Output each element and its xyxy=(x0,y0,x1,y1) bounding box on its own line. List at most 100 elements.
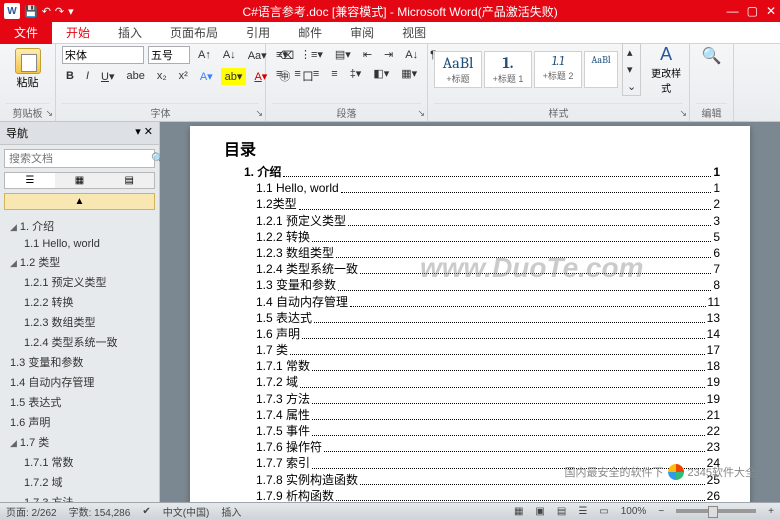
toc-entry[interactable]: 1.2类型2 xyxy=(244,196,720,212)
nav-search-input[interactable] xyxy=(9,153,151,165)
align-right-icon[interactable]: ≡ xyxy=(309,66,323,82)
nav-item[interactable]: 1.1 Hello, world xyxy=(0,236,159,252)
toc-entry[interactable]: 1.1 Hello, world1 xyxy=(244,180,720,196)
status-language[interactable]: 中文(中国) xyxy=(163,504,210,519)
view-print-icon[interactable]: ▦ xyxy=(514,506,523,517)
toc-entry[interactable]: 1.7.2 域19 xyxy=(244,374,720,390)
nav-close-icon[interactable]: ▾ ✕ xyxy=(135,125,153,141)
nav-item[interactable]: 1.2.2 转换 xyxy=(0,292,159,312)
toc-entry[interactable]: 1.6 声明14 xyxy=(244,326,720,342)
zoom-slider[interactable] xyxy=(676,509,756,513)
nav-collapse-bar[interactable]: ▲ xyxy=(4,193,155,210)
view-draft-icon[interactable]: ▭ xyxy=(599,506,608,517)
tab-home[interactable]: 开始 xyxy=(52,21,104,44)
nav-item[interactable]: 1.2.3 数组类型 xyxy=(0,312,159,332)
tab-file[interactable]: 文件 xyxy=(0,21,52,44)
style-heading1[interactable]: 1.+标题 1 xyxy=(484,51,532,88)
nav-item[interactable]: 1.7.1 常数 xyxy=(0,452,159,472)
borders-icon[interactable]: ▦▾ xyxy=(397,65,421,82)
toc-entry[interactable]: 1.4 自动内存管理11 xyxy=(244,294,720,310)
style-heading2[interactable]: 1.1+标题 2 xyxy=(534,51,582,88)
undo-icon[interactable]: ↶ xyxy=(42,5,51,18)
paragraph-launcher-icon[interactable]: ↘ xyxy=(417,108,425,119)
style-more[interactable]: AaBl xyxy=(584,51,618,88)
document-area[interactable]: 目录 1. 介绍11.1 Hello, world11.2类型21.2.1 预定… xyxy=(160,122,780,502)
nav-tab-pages-icon[interactable]: ▦ xyxy=(55,173,105,188)
zoom-in-icon[interactable]: + xyxy=(768,506,774,517)
tab-mailings[interactable]: 邮件 xyxy=(284,21,336,44)
toc-entry[interactable]: 1.7.6 操作符23 xyxy=(244,439,720,455)
status-words[interactable]: 字数: 154,286 xyxy=(69,504,131,519)
line-spacing-icon[interactable]: ‡▾ xyxy=(346,65,366,82)
tab-references[interactable]: 引用 xyxy=(232,21,284,44)
numbering-icon[interactable]: ⋮≡▾ xyxy=(296,46,327,63)
find-icon[interactable]: 🔍 xyxy=(702,46,722,66)
paste-button[interactable]: 粘贴 xyxy=(6,46,49,92)
tab-insert[interactable]: 插入 xyxy=(104,21,156,44)
tab-view[interactable]: 视图 xyxy=(388,21,440,44)
status-page[interactable]: 页面: 2/262 xyxy=(6,504,57,519)
toc-entry[interactable]: 1.7.4 属性21 xyxy=(244,407,720,423)
font-launcher-icon[interactable]: ↘ xyxy=(255,108,263,119)
toc-entry[interactable]: 1.2.1 预定义类型3 xyxy=(244,213,720,229)
view-web-icon[interactable]: ▤ xyxy=(557,506,566,517)
bullets-icon[interactable]: ≡▾ xyxy=(272,46,292,63)
nav-item[interactable]: ◢1. 介绍 xyxy=(0,216,159,236)
bold-button[interactable]: B xyxy=(62,68,78,84)
nav-search-box[interactable]: 🔍 xyxy=(4,149,155,168)
sort-icon[interactable]: A↓ xyxy=(401,47,422,63)
toc-entry[interactable]: 1.7.3 方法19 xyxy=(244,391,720,407)
shading-icon[interactable]: ◧▾ xyxy=(369,65,393,82)
align-center-icon[interactable]: ≡ xyxy=(290,66,304,82)
nav-tree[interactable]: ◢1. 介绍1.1 Hello, world◢1.2 类型1.2.1 预定义类型… xyxy=(0,214,159,502)
status-zoom[interactable]: 100% xyxy=(621,506,647,517)
nav-item[interactable]: ◢1.2 类型 xyxy=(0,252,159,272)
shrink-font-icon[interactable]: A↓ xyxy=(219,47,240,63)
superscript-button[interactable]: x² xyxy=(175,68,192,84)
multilevel-icon[interactable]: ▤▾ xyxy=(331,46,355,63)
tab-review[interactable]: 审阅 xyxy=(336,21,388,44)
status-spellcheck-icon[interactable]: ✔ xyxy=(142,506,150,517)
italic-button[interactable]: I xyxy=(82,68,93,84)
toc-entry[interactable]: 1.5 表达式13 xyxy=(244,310,720,326)
toc-entry[interactable]: 1.3 变量和参数8 xyxy=(244,277,720,293)
highlight-icon[interactable]: ab▾ xyxy=(221,68,247,85)
indent-right-icon[interactable]: ⇥ xyxy=(380,46,397,63)
nav-item[interactable]: 1.2.4 类型系统一致 xyxy=(0,332,159,352)
toc-entry[interactable]: 1.7 类17 xyxy=(244,342,720,358)
strike-button[interactable]: abe xyxy=(123,68,149,84)
toc-entry[interactable]: 1.2.2 转换5 xyxy=(244,229,720,245)
grow-font-icon[interactable]: A↑ xyxy=(194,47,215,63)
toc-entry[interactable]: 1.2.3 数组类型6 xyxy=(244,245,720,261)
close-button[interactable]: ✕ xyxy=(766,4,776,18)
document-page[interactable]: 目录 1. 介绍11.1 Hello, world11.2类型21.2.1 预定… xyxy=(190,126,750,502)
redo-icon[interactable]: ↷ xyxy=(55,5,64,18)
change-styles-button[interactable]: A 更改样式 xyxy=(649,44,683,95)
nav-tab-results-icon[interactable]: ▤ xyxy=(104,173,154,188)
nav-item[interactable]: 1.2.1 预定义类型 xyxy=(0,272,159,292)
toc-entry[interactable]: 1.7.9 析构函数26 xyxy=(244,488,720,502)
toc-entry[interactable]: 1. 介绍1 xyxy=(244,164,720,180)
minimize-button[interactable]: — xyxy=(727,4,739,18)
style-down-icon[interactable]: ▾ xyxy=(623,61,640,78)
style-heading[interactable]: AaBl+标题 xyxy=(434,51,482,88)
save-icon[interactable]: 💾 xyxy=(24,5,38,18)
nav-tab-headings-icon[interactable]: ☰ xyxy=(5,173,55,188)
toc-entry[interactable]: 1.2.4 类型系统一致7 xyxy=(244,261,720,277)
nav-item[interactable]: 1.7.2 域 xyxy=(0,472,159,492)
nav-item[interactable]: ◢1.7 类 xyxy=(0,432,159,452)
nav-item[interactable]: 1.7.3 方法 xyxy=(0,492,159,502)
nav-item[interactable]: 1.6 声明 xyxy=(0,412,159,432)
tab-layout[interactable]: 页面布局 xyxy=(156,21,232,44)
nav-item[interactable]: 1.3 变量和参数 xyxy=(0,352,159,372)
nav-item[interactable]: 1.5 表达式 xyxy=(0,392,159,412)
toc-entry[interactable]: 1.7.1 常数18 xyxy=(244,358,720,374)
subscript-button[interactable]: x₂ xyxy=(153,68,171,84)
style-up-icon[interactable]: ▴ xyxy=(623,44,640,61)
zoom-out-icon[interactable]: − xyxy=(658,506,664,517)
style-expand-icon[interactable]: ⌄ xyxy=(623,78,640,95)
align-justify-icon[interactable]: ≡ xyxy=(327,66,341,82)
toc-entry[interactable]: 1.7.5 事件22 xyxy=(244,423,720,439)
nav-item[interactable]: 1.4 自动内存管理 xyxy=(0,372,159,392)
font-size-select[interactable] xyxy=(148,46,190,64)
